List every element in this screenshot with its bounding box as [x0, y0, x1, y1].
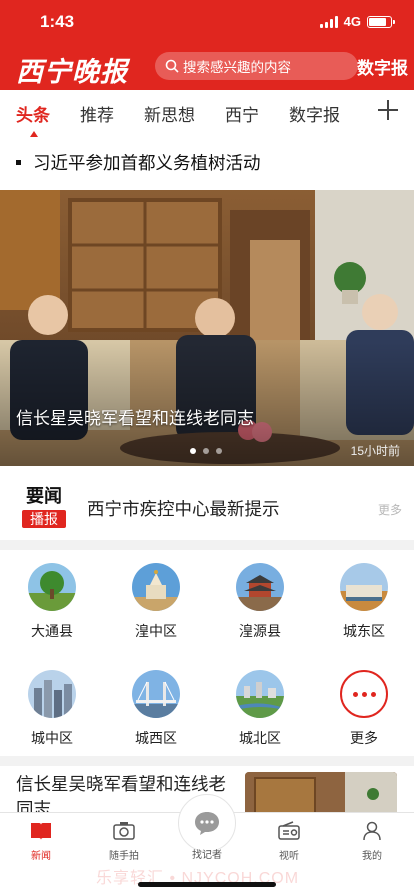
news-flash-text[interactable]: 西宁市疾控中心最新提示	[87, 496, 280, 521]
district-chengxi[interactable]: 城西区	[104, 670, 208, 748]
status-indicators: 4G	[319, 14, 395, 29]
news-flash-more-link[interactable]: 更多	[378, 501, 402, 518]
district-chengdong[interactable]: 城东区	[312, 563, 414, 641]
district-label: 城东区	[343, 623, 385, 639]
news-book-icon	[11, 820, 71, 842]
channel-tabs	[0, 90, 414, 136]
home-indicator[interactable]	[138, 882, 276, 887]
building-photo-icon	[340, 563, 388, 611]
tab-headlines[interactable]: 头条	[16, 101, 50, 126]
status-bar: 1:43 4G	[0, 0, 414, 44]
tab-new-thought[interactable]: 新思想	[144, 101, 195, 126]
digital-paper-button[interactable]: 数字报	[357, 54, 408, 79]
tabbar-snapshot[interactable]: 随手拍	[94, 820, 154, 862]
news-flash-label-top: 要闻	[26, 486, 62, 507]
camera-icon	[94, 820, 154, 842]
carousel-timestamp: 15小时前	[350, 444, 400, 458]
district-datong[interactable]: 大通县	[0, 563, 104, 641]
tree-photo-icon	[28, 563, 76, 611]
park-photo-icon	[236, 670, 284, 718]
district-more[interactable]: 更多	[312, 670, 414, 748]
add-channel-icon[interactable]	[376, 98, 400, 122]
app-header: 1:43 4G 西宁晚报 搜索感兴趣的内容 数字报	[0, 0, 414, 90]
radio-icon	[259, 820, 319, 842]
active-tab-indicator	[30, 131, 38, 137]
news-flash-label-bottom: 播报	[22, 510, 66, 528]
carousel-dot[interactable]	[216, 448, 222, 454]
search-bar[interactable]: 搜索感兴趣的内容	[155, 52, 358, 80]
search-placeholder: 搜索感兴趣的内容	[183, 60, 291, 75]
tabbar-audio-video[interactable]: 视听	[259, 820, 319, 862]
tabbar-label: 新闻	[31, 851, 51, 862]
carousel-dot[interactable]	[190, 448, 196, 454]
user-icon	[342, 820, 402, 842]
district-label: 湟中区	[135, 623, 177, 639]
headline-text: 习近平参加首都义务植树活动	[33, 153, 261, 173]
network-type: 4G	[343, 14, 361, 29]
tabbar-label[interactable]: 找记者	[177, 846, 237, 861]
tabbar-profile[interactable]: 我的	[342, 820, 402, 862]
tab-xining[interactable]: 西宁	[225, 101, 259, 126]
carousel-dot[interactable]	[203, 448, 209, 454]
bullet-icon	[16, 160, 21, 165]
tabbar-label: 我的	[362, 851, 382, 862]
city-skyline-photo-icon	[28, 670, 76, 718]
more-icon	[340, 670, 388, 718]
app-logo[interactable]: 西宁晚报	[16, 50, 128, 89]
bridge-photo-icon	[132, 670, 180, 718]
section-divider	[0, 540, 414, 550]
carousel-pagination[interactable]	[190, 448, 222, 454]
tab-recommend[interactable]: 推荐	[80, 101, 114, 126]
district-label: 城西区	[135, 730, 177, 746]
district-label: 更多	[350, 730, 378, 746]
gate-tower-photo-icon	[236, 563, 284, 611]
tab-digital-paper[interactable]: 数字报	[289, 101, 340, 126]
chat-bubble-icon	[195, 812, 219, 835]
tabbar-news[interactable]: 新闻	[11, 820, 71, 862]
top-headline[interactable]: 习近平参加首都义务植树活动	[16, 150, 261, 175]
district-chengbei[interactable]: 城北区	[208, 670, 312, 748]
district-label: 湟源县	[239, 623, 281, 639]
district-label: 城北区	[239, 730, 281, 746]
district-huangyuan[interactable]: 湟源县	[208, 563, 312, 641]
section-divider	[0, 756, 414, 766]
tabbar-label: 视听	[279, 851, 299, 862]
find-reporter-button[interactable]	[178, 794, 236, 852]
cellular-signal-icon	[319, 15, 338, 28]
battery-icon	[367, 15, 395, 28]
status-time: 1:43	[40, 12, 75, 31]
district-label: 城中区	[31, 730, 73, 746]
tabbar-label: 随手拍	[109, 851, 139, 862]
district-label: 大通县	[31, 623, 73, 639]
news-flash-badge: 要闻 播报	[22, 487, 66, 528]
search-icon	[165, 59, 179, 73]
pagoda-photo-icon	[132, 563, 180, 611]
carousel-caption: 信长星吴晓军看望和连线老同志	[16, 409, 254, 428]
district-huangzhong[interactable]: 湟中区	[104, 563, 208, 641]
district-chengzhong[interactable]: 城中区	[0, 670, 104, 748]
